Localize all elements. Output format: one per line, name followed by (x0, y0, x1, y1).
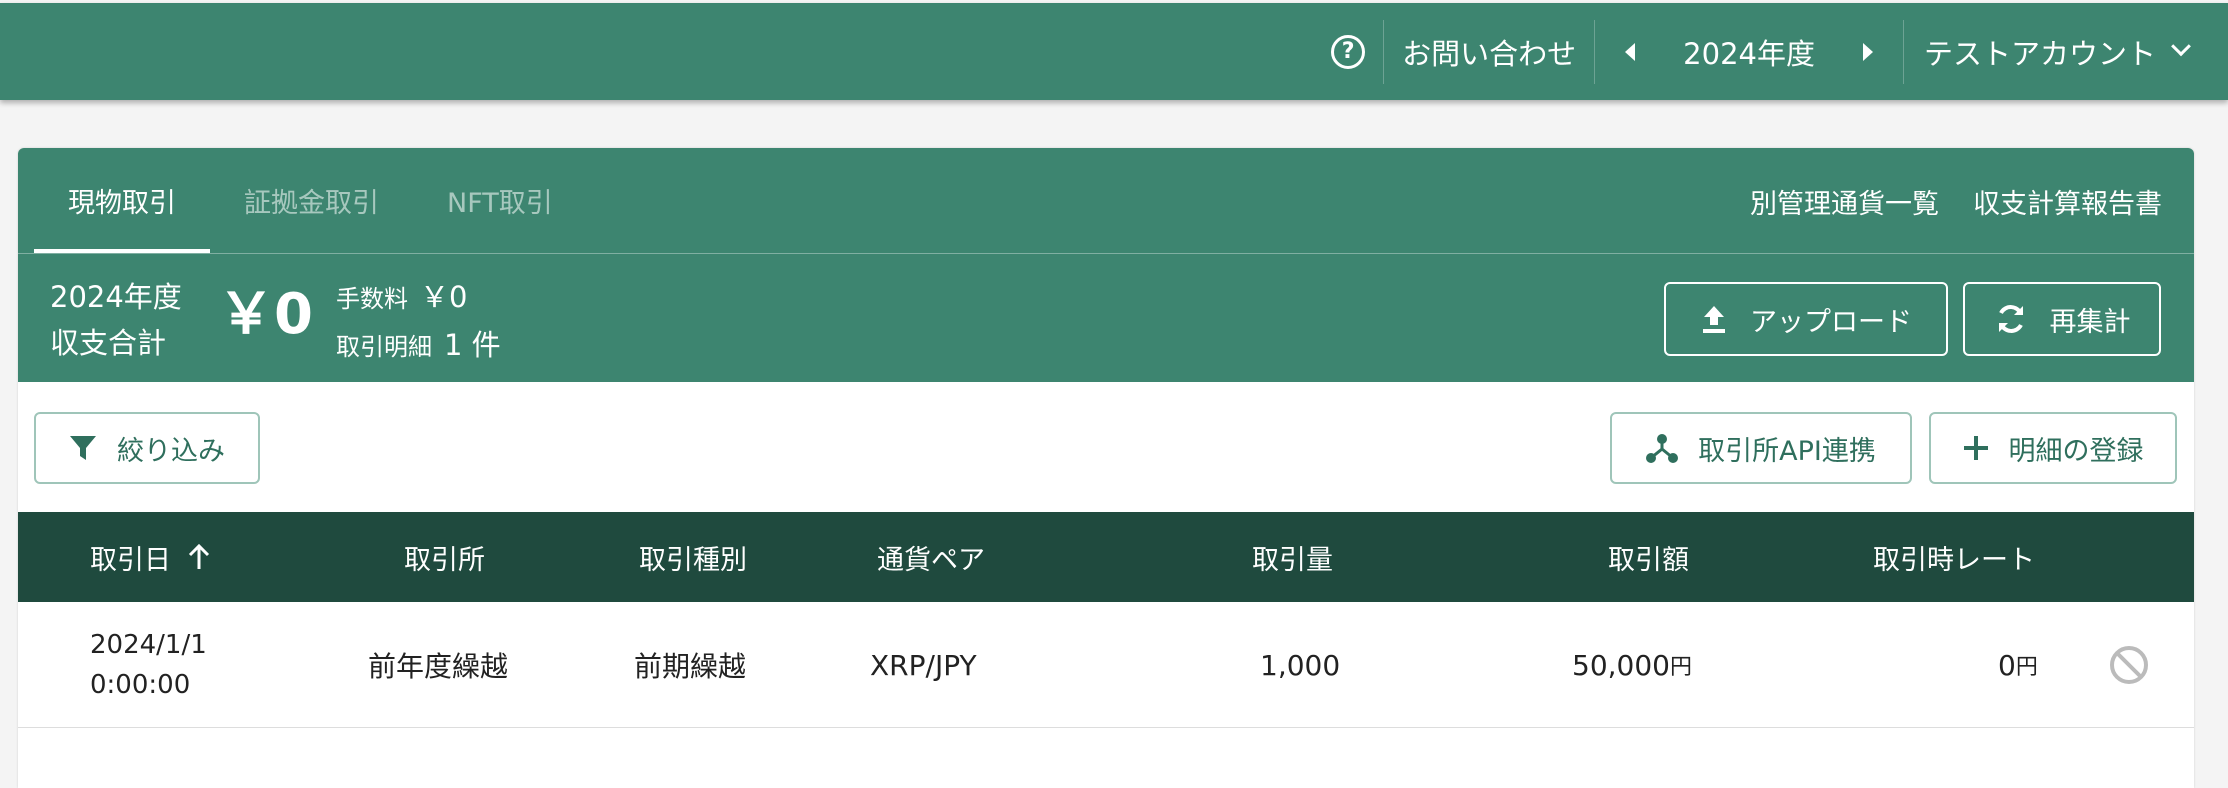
summary-total-amount: ￥0 (218, 282, 313, 347)
cell-date-time: 0:00:00 (90, 670, 191, 700)
upload-button[interactable]: アップロード (1664, 282, 1948, 356)
cell-date-day: 2024/1/1 (90, 630, 207, 660)
table-row[interactable]: 2024/1/1 0:00:00 前年度繰越 前期繰越 XRP/JPY 1,00… (18, 602, 2194, 728)
cell-amount: 1,000 (1260, 648, 1341, 682)
help-button[interactable]: ? (1331, 20, 1383, 84)
cell-rate: 0円 (1998, 602, 2038, 728)
tab-margin[interactable]: 証拠金取引 (210, 148, 413, 253)
filter-label: 絞り込み (117, 435, 225, 467)
table-header: 取引日 取引所 取引種別 通貨ペア 取引量 取引額 取引時レート (18, 512, 2194, 602)
fee-label: 手数料 (336, 285, 408, 313)
cell-exchange: 前年度繰越 (368, 650, 509, 683)
fee-value: ￥0 (420, 280, 468, 314)
prev-year-icon[interactable] (1625, 42, 1636, 61)
action-row: 絞り込み 取引所API連携 明細の登録 (18, 382, 2194, 512)
help-icon: ? (1331, 34, 1366, 69)
details-count: 1 件 (444, 328, 501, 362)
col-type[interactable]: 取引種別 (639, 512, 747, 602)
disabled-icon[interactable] (2110, 646, 2148, 684)
tab-spot[interactable]: 現物取引 (34, 148, 210, 253)
cell-value-number: 50,000 (1572, 648, 1670, 682)
col-exchange[interactable]: 取引所 (404, 512, 485, 602)
cell-rate-number: 0 (1998, 648, 2016, 682)
col-value[interactable]: 取引額 (1608, 512, 1689, 602)
summary-title: 2024年度 収支合計 (50, 274, 182, 366)
cell-pair: XRP/JPY (870, 648, 977, 682)
refresh-icon (1994, 302, 2028, 336)
fiscal-year-nav: 2024年度 (1595, 20, 1903, 84)
exchange-api-button[interactable]: 取引所API連携 (1610, 412, 1912, 484)
sort-asc-icon (187, 543, 211, 571)
cell-date: 2024/1/1 0:00:00 (90, 602, 207, 728)
upload-label: アップロード (1750, 306, 1912, 338)
filter-icon (69, 434, 97, 462)
col-date-label: 取引日 (90, 544, 171, 576)
account-name: テストアカウント (1923, 36, 2156, 71)
separate-currency-link[interactable]: 別管理通貨一覧 (1750, 182, 1939, 221)
add-entry-button[interactable]: 明細の登録 (1929, 412, 2177, 484)
row-action[interactable] (2110, 602, 2148, 728)
col-date[interactable]: 取引日 (90, 512, 211, 602)
summary-year: 2024年度 (50, 280, 182, 314)
next-year-icon[interactable] (1862, 42, 1873, 61)
summary-details: 手数料 ￥0 取引明細 1 件 (336, 274, 501, 370)
recalculate-label: 再集計 (2049, 306, 2131, 338)
api-link-icon (1646, 432, 1679, 464)
cell-value-unit: 円 (1669, 655, 1692, 680)
fiscal-year-label: 2024年度 (1683, 36, 1815, 71)
exchange-api-label: 取引所API連携 (1698, 435, 1876, 467)
trade-tabs: 現物取引 証拠金取引 NFT取引 別管理通貨一覧 収支計算報告書 (18, 148, 2194, 254)
contact-link[interactable]: お問い合わせ (1384, 20, 1594, 84)
col-amount[interactable]: 取引量 (1252, 512, 1333, 602)
details-label: 取引明細 (336, 333, 432, 361)
cell-type: 前期繰越 (634, 650, 747, 683)
filter-button[interactable]: 絞り込み (34, 412, 260, 484)
col-pair[interactable]: 通貨ペア (877, 512, 985, 602)
cell-value: 50,000 円 (1572, 602, 1692, 728)
account-menu[interactable]: テストアカウント (1904, 20, 2191, 84)
chevron-down-icon (2171, 35, 2191, 56)
summary-panel: 2024年度 収支合計 ￥0 手数料 ￥0 取引明細 1 件 アップロード 再集計 (18, 254, 2194, 382)
top-bar: ? お問い合わせ 2024年度 テストアカウント (0, 3, 2228, 100)
plus-icon (1963, 435, 1989, 461)
summary-total-label: 収支合計 (50, 326, 167, 360)
main-card: 現物取引 証拠金取引 NFT取引 別管理通貨一覧 収支計算報告書 2024年度 … (18, 148, 2194, 788)
upload-icon (1700, 304, 1728, 334)
add-entry-label: 明細の登録 (2008, 435, 2144, 467)
recalculate-button[interactable]: 再集計 (1963, 282, 2161, 356)
tab-nft[interactable]: NFT取引 (413, 148, 587, 253)
income-report-link[interactable]: 収支計算報告書 (1973, 182, 2162, 221)
tab-links: 別管理通貨一覧 収支計算報告書 (1750, 148, 2162, 254)
cell-rate-unit: 円 (2015, 655, 2038, 680)
col-rate[interactable]: 取引時レート (1873, 512, 2035, 602)
